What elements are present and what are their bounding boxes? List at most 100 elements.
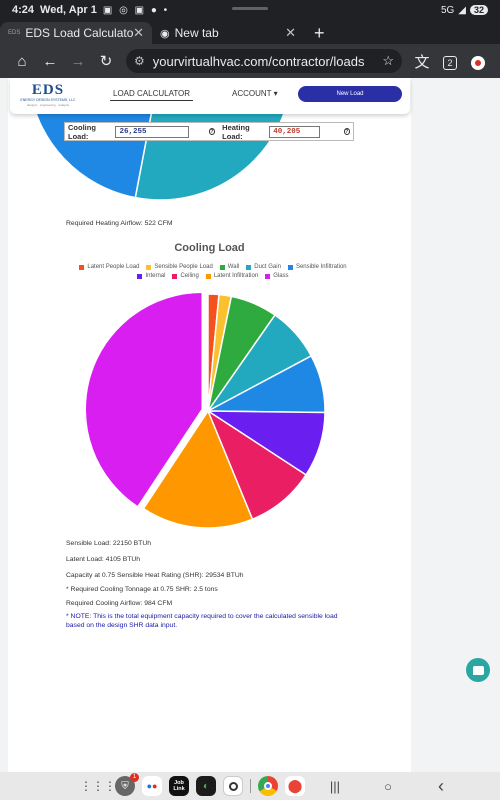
reload-icon[interactable]: ↻ <box>92 52 120 70</box>
eds-logo[interactable]: EDS ENERGY DESIGN SYSTEMS, LLC designs ·… <box>20 82 76 108</box>
legend-label: Sensible Infiltration <box>295 264 347 270</box>
legend-item[interactable]: Duct Gain <box>246 264 281 270</box>
legend-swatch <box>137 273 143 279</box>
legend-label: Wall <box>227 264 240 270</box>
legend-swatch <box>246 264 252 270</box>
legend-label: Glass <box>273 273 289 279</box>
nav-load-calculator[interactable]: LOAD CALCULATOR <box>110 89 194 101</box>
legend-item[interactable]: Ceiling <box>172 273 199 279</box>
close-tab-icon[interactable]: ✕ <box>285 25 296 41</box>
recent-apps-button[interactable]: ||| <box>312 779 358 794</box>
logo-mark: EDS <box>31 82 65 98</box>
tab-switcher-button[interactable]: 2 <box>436 53 464 70</box>
app-drawer-icon[interactable]: ⋮⋮⋮ <box>80 776 116 796</box>
tab-eds-load-calculator[interactable]: EDS EDS Load Calculator ✕ <box>0 22 152 44</box>
legend-swatch <box>146 264 152 270</box>
browser-toolbar: ⌂ ← → ↻ ⚙ yourvirtualhvac.com/contractor… <box>0 44 500 78</box>
page-content: Required Heating Airflow: 522 CFM Coolin… <box>8 78 411 772</box>
legend-label: Internal <box>145 273 166 279</box>
drag-handle[interactable] <box>232 7 268 10</box>
heating-load-label: Heating Load: <box>222 122 250 141</box>
heating-airflow: Required Heating Airflow: 522 CFM <box>66 220 173 227</box>
capacity-text: Capacity at 0.75 Sensible Heat Rating (S… <box>66 572 244 579</box>
notification-icons: ▣ ◎ ▣ ● • <box>102 4 170 16</box>
legend-swatch <box>79 264 85 270</box>
tab-new-tab[interactable]: ◉ New tab ✕ <box>152 22 304 44</box>
bookmark-star-icon[interactable]: ☆ <box>382 53 394 69</box>
forward-arrow-icon[interactable]: → <box>64 53 92 70</box>
heating-info-icon[interactable]: ? <box>343 128 351 135</box>
sensible-load: Sensible Load: 22150 BTUh <box>66 540 152 547</box>
back-arrow-icon[interactable]: ← <box>36 53 64 70</box>
status-bar: 4:24 Wed, Apr 1 ▣ ◎ ▣ ● • 5G ◢ 32 <box>0 0 500 20</box>
cooling-tonnage: * Required Cooling Tonnage at 0.75 SHR: … <box>66 586 218 593</box>
cooling-load-value: 26,255 <box>115 125 189 138</box>
new-load-button[interactable]: New Load <box>298 86 402 102</box>
site-nav: EDS ENERGY DESIGN SYSTEMS, LLC designs ·… <box>10 78 410 114</box>
shield-app-icon[interactable]: ⛨ 1 <box>115 773 139 796</box>
camera-app-icon[interactable] <box>223 776 243 796</box>
cooling-load-label: Cooling Load: <box>68 122 96 141</box>
legend-label: Duct Gain <box>254 264 281 270</box>
chat-icon <box>472 665 484 675</box>
legend-item[interactable]: Sensible People Load <box>146 264 213 270</box>
legend-item[interactable]: Internal <box>137 273 165 279</box>
cooling-info-icon[interactable]: ? <box>208 128 216 135</box>
url-text: yourvirtualhvac.com/contractor/loads <box>152 53 365 69</box>
legend-item[interactable]: Sensible Infiltration <box>287 264 347 270</box>
close-tab-icon[interactable]: ✕ <box>133 25 144 41</box>
legend-item[interactable]: Wall <box>219 264 240 270</box>
nav-account-dropdown[interactable]: ACCOUNT ▾ <box>232 89 278 98</box>
legend-label: Latent Infiltration <box>213 273 259 279</box>
signal-icon: ◢ <box>458 4 466 16</box>
date: Wed, Apr 1 <box>40 4 97 16</box>
address-bar[interactable]: ⚙ yourvirtualhvac.com/contractor/loads ☆ <box>126 49 402 73</box>
cooling-chart-legend: Latent People Load Sensible People Load Wa… <box>68 264 358 279</box>
profile-avatar-icon[interactable] <box>464 53 492 70</box>
cooling-airflow: Required Cooling Airflow: 984 CFM <box>66 600 173 607</box>
tab-count: 2 <box>443 55 457 70</box>
tab-title: New tab <box>174 26 219 40</box>
legend-swatch <box>287 264 293 270</box>
latent-load: Latent Load: 4105 BTUh <box>66 556 141 563</box>
legend-swatch <box>172 273 178 279</box>
maps-app-icon[interactable]: ⬤ <box>285 776 305 796</box>
home-button[interactable]: ○ <box>365 779 411 794</box>
chrome-favicon-icon: ◉ <box>160 27 170 40</box>
legend-item[interactable]: Latent Infiltration <box>205 273 259 279</box>
new-tab-button[interactable]: + <box>314 22 325 44</box>
dots-app-icon[interactable]: ● ● <box>142 776 162 796</box>
switch-app-icon[interactable]: ◐ <box>196 776 216 796</box>
translate-icon[interactable]: 文 <box>408 51 436 72</box>
legend-swatch <box>219 264 225 270</box>
joblink-app-icon[interactable]: Job Link <box>169 776 189 796</box>
home-icon[interactable]: ⌂ <box>8 53 36 70</box>
back-button[interactable]: ‹ <box>418 776 464 797</box>
legend-item[interactable]: Glass <box>265 273 289 279</box>
heating-load-value: 40,205 <box>269 125 320 138</box>
legend-label: Latent People Load <box>87 264 140 270</box>
legend-swatch <box>205 273 211 279</box>
android-taskbar: ⋮⋮⋮ ⛨ 1 ● ● Job Link ◐ ⬤ ||| ○ ‹ <box>0 772 500 800</box>
web-page: Required Heating Airflow: 522 CFM Coolin… <box>0 78 500 772</box>
eds-favicon-icon: EDS <box>8 30 21 36</box>
capacity-note: * NOTE: This is the total equipment capa… <box>66 613 338 629</box>
cooling-load-pie <box>84 291 326 529</box>
load-summary-bar: Cooling Load: 26,255 ? Heating Load: 40,… <box>64 122 354 141</box>
battery-icon: 32 <box>469 5 488 15</box>
site-settings-icon[interactable]: ⚙ <box>134 54 145 68</box>
clock: 4:24 <box>12 4 35 16</box>
legend-item[interactable]: Latent People Load <box>79 264 139 270</box>
network-label: 5G <box>440 4 455 16</box>
legend-swatch <box>265 273 271 279</box>
legend-label: Ceiling <box>180 273 199 279</box>
notification-badge: 1 <box>130 773 139 782</box>
legend-label: Sensible People Load <box>154 264 213 270</box>
tab-strip: EDS EDS Load Calculator ✕ ◉ New tab ✕ + <box>0 20 500 44</box>
chat-support-button[interactable] <box>466 658 490 682</box>
chrome-app-icon[interactable] <box>258 776 278 796</box>
taskbar-divider <box>250 779 251 793</box>
logo-tagline: designs · engineering · analysis <box>26 103 70 107</box>
cooling-chart-title: Cooling Load <box>174 242 245 254</box>
tab-title: EDS Load Calculator <box>25 26 134 40</box>
